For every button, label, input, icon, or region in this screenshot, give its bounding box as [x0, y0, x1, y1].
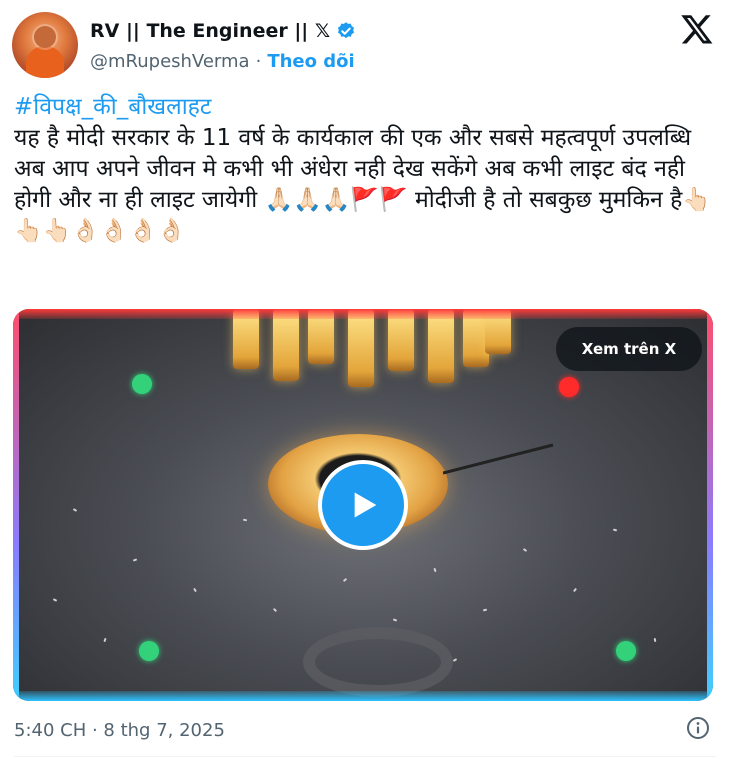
author-handle[interactable]: @mRupeshVerma [90, 51, 250, 72]
video-player[interactable]: Xem trên X [13, 309, 713, 701]
follow-button[interactable]: Theo dõi [267, 51, 354, 72]
tweet-timestamp[interactable]: 5:40 CH · 8 thg 7, 2025 [14, 716, 225, 744]
play-icon [354, 492, 377, 518]
red-dot [559, 377, 579, 397]
avatar[interactable] [12, 12, 78, 78]
video-frame-dark-ring [303, 627, 453, 697]
frame-bottom-glow [13, 691, 713, 701]
video-frame-wire [443, 443, 554, 475]
frame-right-glow [707, 309, 713, 701]
separator-dot: · [255, 50, 262, 72]
divider [14, 756, 716, 757]
green-dot [132, 374, 152, 394]
info-icon[interactable] [686, 716, 710, 740]
green-dot [616, 641, 636, 661]
display-name[interactable]: RV || The Engineer || 𝕏 [90, 20, 330, 42]
play-button[interactable] [318, 460, 408, 550]
x-logo-icon[interactable] [680, 12, 714, 46]
frame-left-glow [13, 309, 19, 701]
tweet-text: #विपक्ष_की_बौखलाहट यह है मोदी सरकार के 1… [14, 92, 718, 247]
hashtag-link[interactable]: #विपक्ष_की_बौखलाहट [14, 94, 211, 120]
avatar-robe [26, 46, 64, 78]
frame-top-glow [13, 309, 713, 319]
author-handle-row: @mRupeshVerma · Theo dõi [90, 48, 355, 74]
avatar-head [34, 26, 56, 48]
green-dot [139, 641, 159, 661]
author-name-row: RV || The Engineer || 𝕏 [90, 16, 356, 46]
tweet-body: यह है मोदी सरकार के 11 वर्ष के कार्यकाल … [14, 125, 711, 244]
verified-badge-icon [338, 22, 355, 39]
view-on-x-button[interactable]: Xem trên X [556, 327, 702, 371]
video-frame-sticks [223, 309, 513, 394]
